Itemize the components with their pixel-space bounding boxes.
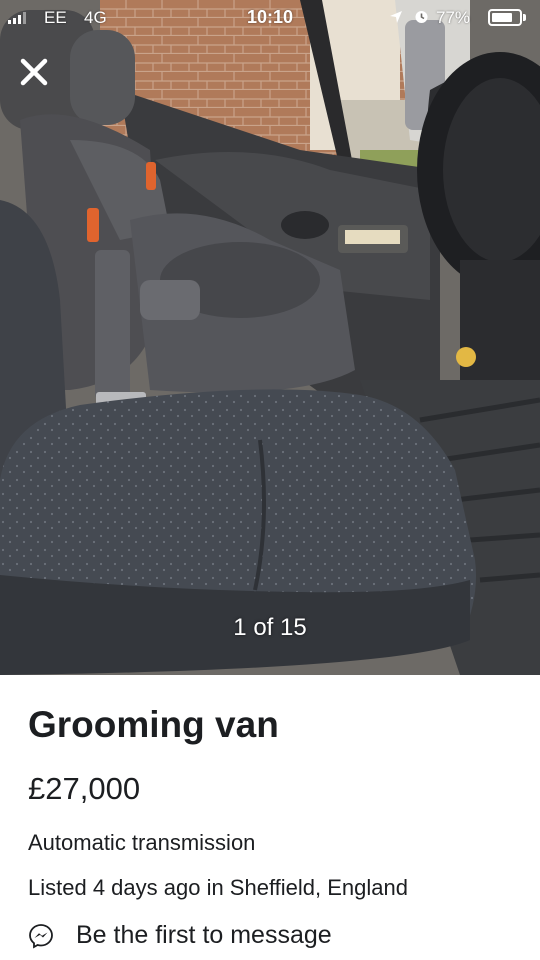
message-cta-label: Be the first to message <box>76 921 332 949</box>
photo-counter: 1 of 15 <box>233 614 307 641</box>
listing-title: Grooming van <box>28 704 279 745</box>
message-seller-button[interactable]: Be the first to message <box>28 921 332 950</box>
van-interior-photo <box>0 0 540 675</box>
battery-level <box>492 13 513 22</box>
battery-tip <box>523 14 526 21</box>
battery-icon <box>488 9 522 26</box>
location-icon <box>390 11 402 23</box>
status-bar: EE 4G 10:10 77% <box>0 0 540 36</box>
messenger-icon <box>29 923 53 949</box>
listing-photo[interactable]: EE 4G 10:10 77% 1 of 15 <box>0 0 540 675</box>
close-icon[interactable] <box>14 52 54 92</box>
listing-details: Grooming van £27,000 Automatic transmiss… <box>0 675 540 960</box>
alarm-icon <box>415 11 428 23</box>
transmission-label: Automatic transmission <box>28 830 256 855</box>
listed-info: Listed 4 days ago in Sheffield, England <box>28 875 408 900</box>
listing-price: £27,000 <box>28 771 141 806</box>
battery-percent: 77% <box>436 8 471 27</box>
